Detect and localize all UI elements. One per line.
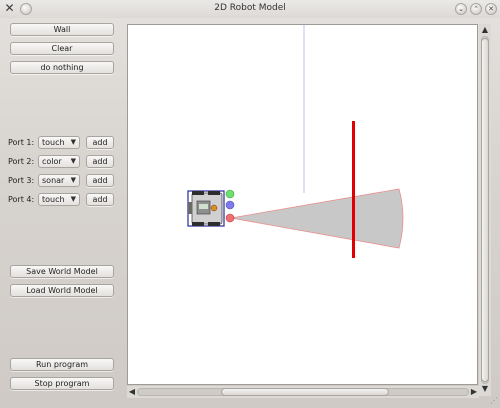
- port-label: Port 1:: [8, 138, 35, 147]
- arrow-down-icon[interactable]: ▼: [480, 384, 490, 394]
- touch-sensor-dot[interactable]: [225, 189, 235, 199]
- arrow-left-icon[interactable]: ◀: [127, 387, 137, 397]
- port-select-value: sonar: [42, 176, 65, 185]
- port-4-add-button[interactable]: add: [86, 193, 114, 206]
- vertical-scroll-thumb[interactable]: [481, 38, 489, 382]
- robot-button-icon: [210, 204, 218, 212]
- port-row-3: Port 3: sonar ▼ add: [0, 174, 125, 187]
- robot-wheel-icon: [208, 191, 220, 195]
- port-select-value: touch: [42, 195, 65, 204]
- port-2-add-button[interactable]: add: [86, 155, 114, 168]
- robot-wheel-icon: [192, 191, 204, 195]
- arrow-right-icon[interactable]: ▶: [469, 387, 479, 397]
- robot-wheel-icon: [192, 222, 204, 226]
- resize-grip-icon[interactable]: ⋰: [486, 396, 498, 406]
- port-row-1: Port 1: touch ▼ add: [0, 136, 125, 149]
- vertical-scrollbar[interactable]: ▲ ▼: [479, 24, 491, 396]
- horizontal-scroll-thumb[interactable]: [221, 388, 389, 396]
- sidebar: Wall Clear do nothing Port 1: touch ▼ ad…: [0, 18, 125, 408]
- wall-button[interactable]: Wall: [10, 23, 114, 36]
- do-nothing-button[interactable]: do nothing: [10, 61, 114, 74]
- close-icon[interactable]: ✕: [485, 3, 497, 15]
- sonar-sensor-dot[interactable]: [225, 213, 235, 223]
- chevron-down-icon: ▼: [70, 195, 76, 203]
- port-label: Port 4:: [8, 195, 35, 204]
- robot-screen-icon: [199, 204, 208, 209]
- maximize-icon[interactable]: ⌃: [470, 3, 482, 15]
- port-label: Port 2:: [8, 157, 35, 166]
- stop-program-button[interactable]: Stop program: [10, 377, 114, 390]
- clear-button[interactable]: Clear: [10, 42, 114, 55]
- load-world-model-button[interactable]: Load World Model: [10, 284, 114, 297]
- port-1-add-button[interactable]: add: [86, 136, 114, 149]
- minimize-icon[interactable]: ⌄: [455, 3, 467, 15]
- chevron-down-icon: ▼: [70, 138, 76, 146]
- port-3-sensor-select[interactable]: sonar ▼: [38, 174, 80, 187]
- world-drawing: [187, 25, 404, 258]
- arrow-up-icon[interactable]: ▲: [480, 25, 490, 35]
- run-program-button[interactable]: Run program: [10, 358, 114, 371]
- port-4-sensor-select[interactable]: touch ▼: [38, 193, 80, 206]
- robot-rear-icon: [188, 202, 192, 214]
- port-label: Port 3:: [8, 176, 35, 185]
- save-world-model-button[interactable]: Save World Model: [10, 265, 114, 278]
- port-1-sensor-select[interactable]: touch ▼: [38, 136, 80, 149]
- port-select-value: color: [42, 157, 62, 166]
- color-sensor-dot[interactable]: [225, 200, 235, 210]
- wall[interactable]: [352, 121, 355, 258]
- robot-wheel-icon: [208, 222, 220, 226]
- main-window: ✕ 2D Robot Model ⌄ ⌃ ✕ Wall Clear do not…: [0, 0, 500, 408]
- chevron-down-icon: ▼: [70, 157, 76, 165]
- horizontal-scrollbar[interactable]: ◀ ▶: [127, 386, 479, 398]
- title-bar[interactable]: ✕ 2D Robot Model ⌄ ⌃ ✕: [0, 0, 500, 18]
- sonar-cone: [230, 188, 404, 249]
- chevron-down-icon: ▼: [70, 176, 76, 184]
- port-select-value: touch: [42, 138, 65, 147]
- window-title: 2D Robot Model: [214, 3, 286, 13]
- world-canvas[interactable]: [127, 24, 478, 385]
- port-row-2: Port 2: color ▼ add: [0, 155, 125, 168]
- port-row-4: Port 4: touch ▼ add: [0, 193, 125, 206]
- port-3-add-button[interactable]: add: [86, 174, 114, 187]
- port-2-sensor-select[interactable]: color ▼: [38, 155, 80, 168]
- robot[interactable]: [187, 190, 225, 227]
